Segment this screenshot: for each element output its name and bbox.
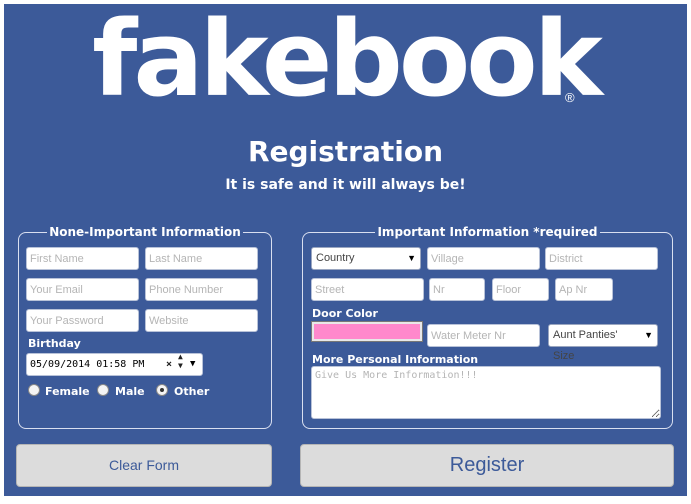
street-input[interactable]	[311, 278, 424, 301]
clear-form-label: Clear Form	[108, 457, 179, 473]
spinner-icon[interactable]: ▲ ▼	[178, 352, 183, 370]
page-subtitle: It is safe and it will always be!	[225, 177, 466, 193]
register-label: Register	[449, 454, 525, 476]
door-color-swatch	[314, 324, 420, 339]
dropdown-arrow-icon[interactable]: ▼	[190, 354, 195, 375]
phone-input[interactable]	[145, 278, 258, 301]
birthday-value: 05/09/2014 01:58 PM	[30, 359, 145, 370]
door-color-label: Door Color	[312, 307, 378, 320]
section-legend: None-Important Information	[49, 225, 241, 239]
gender-other-radio[interactable]	[156, 384, 168, 396]
more-info-label: More Personal Information	[312, 353, 479, 366]
page-title: Registration	[247, 135, 444, 168]
password-input[interactable]	[26, 309, 139, 332]
chevron-down-icon: ▼	[407, 253, 416, 263]
gender-female-radio[interactable]	[28, 384, 40, 396]
country-value: Country	[316, 252, 355, 264]
gender-female-label: Female	[45, 385, 90, 398]
more-info-textarea[interactable]	[311, 366, 661, 419]
chevron-down-icon: ▼	[644, 330, 653, 340]
ap-nr-input[interactable]	[555, 278, 613, 301]
nr-input[interactable]	[429, 278, 485, 301]
registered-mark: ®	[565, 90, 575, 105]
birthday-datetime-input[interactable]: 05/09/2014 01:58 PM × ▲ ▼ ▼	[26, 352, 203, 376]
gender-other-label: Other	[174, 385, 210, 398]
clear-form-button[interactable]: Clear Form	[16, 444, 272, 487]
country-select[interactable]: Country ▼	[311, 247, 421, 270]
fakebook-logo: fakebook	[92, 0, 603, 120]
birthday-label: Birthday	[28, 337, 81, 350]
door-color-picker[interactable]	[311, 321, 423, 342]
village-input[interactable]	[427, 247, 540, 270]
first-name-input[interactable]	[26, 247, 139, 270]
district-input[interactable]	[545, 247, 658, 270]
water-meter-input[interactable]	[427, 324, 540, 347]
aunt-size-select[interactable]: Aunt Panties' Size ▼	[548, 324, 658, 362]
gender-male-label: Male	[115, 385, 145, 398]
register-button[interactable]: Register	[300, 444, 674, 487]
last-name-input[interactable]	[145, 247, 258, 270]
gender-male-radio[interactable]	[97, 384, 109, 396]
website-input[interactable]	[145, 309, 258, 332]
floor-input[interactable]	[492, 278, 549, 301]
section-legend: Important Information *required	[377, 225, 598, 239]
clear-icon[interactable]: ×	[166, 354, 172, 375]
email-input[interactable]	[26, 278, 139, 301]
